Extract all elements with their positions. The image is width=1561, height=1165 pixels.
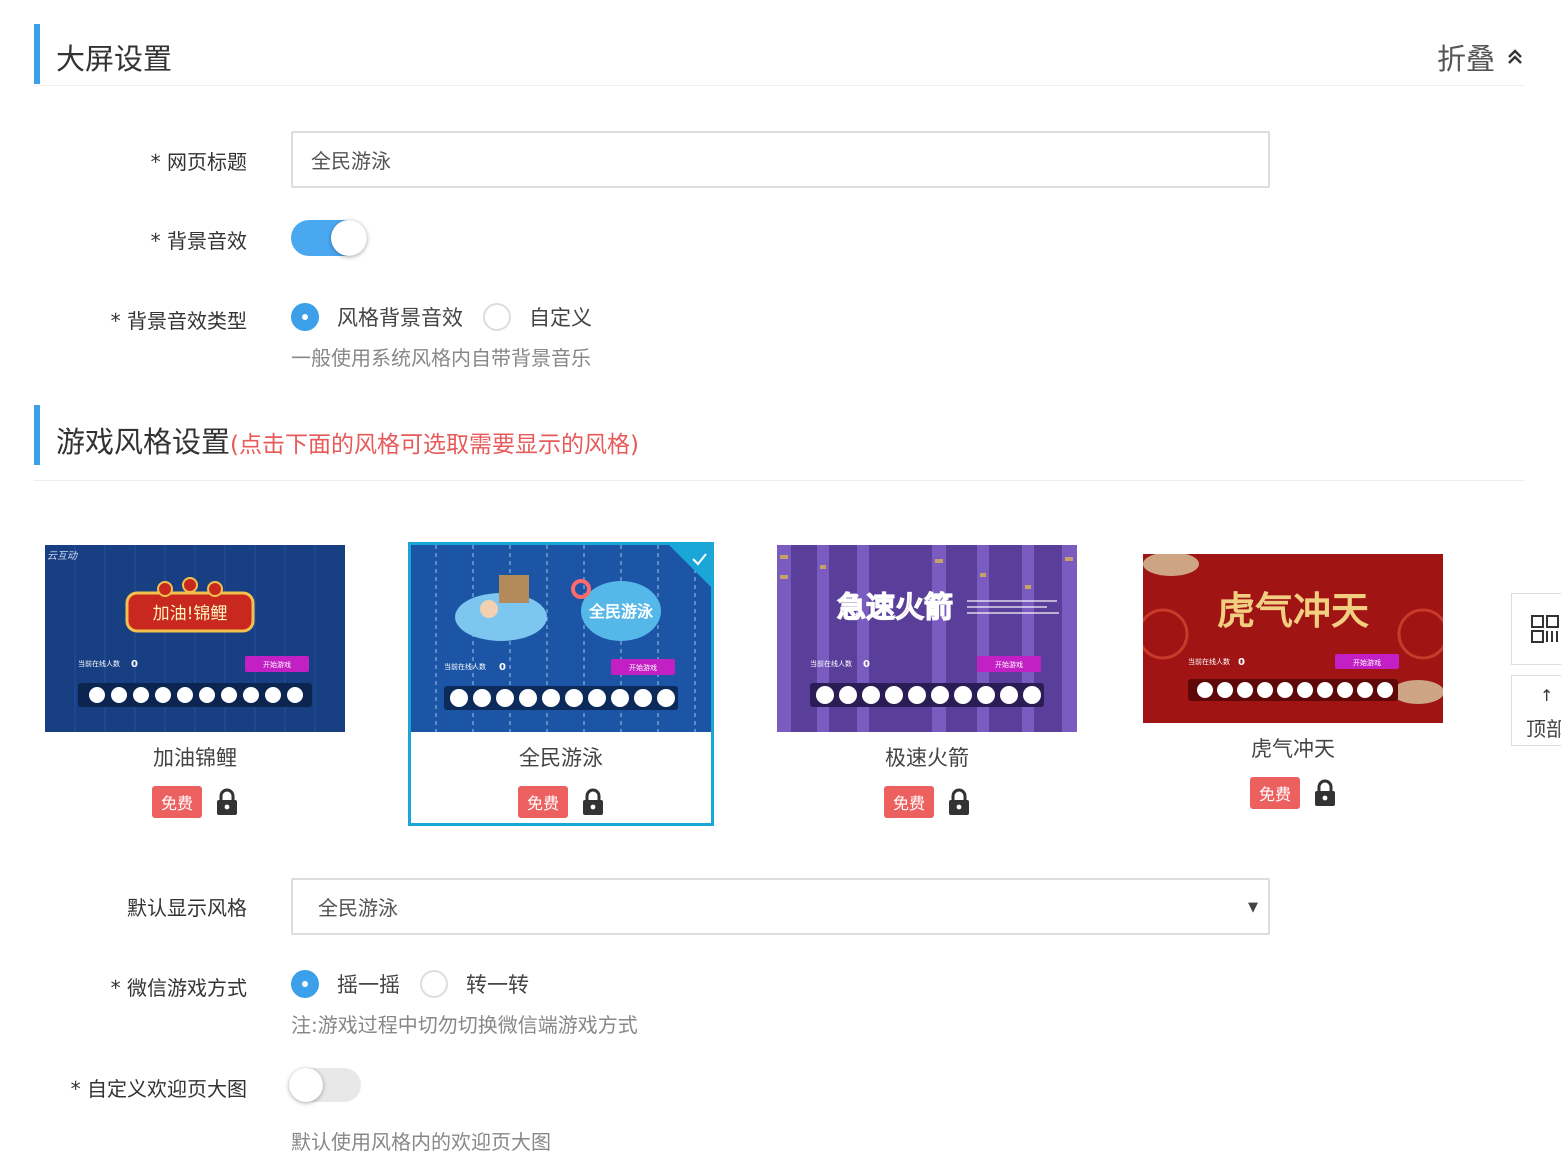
style-badges: 免费 (1140, 777, 1446, 809)
thumb-corner: 云互动 (47, 550, 78, 562)
thumb-logo: 全民游泳 (588, 602, 654, 621)
caret-down-icon: ▼ (1248, 900, 1258, 915)
game-style-title: 游戏风格设置 (56, 425, 231, 459)
custom-welcome-row: * 自定义欢迎页大图 默认使用风格内的欢迎页大图 (0, 1067, 1561, 1157)
style-name: 全民游泳 (519, 746, 603, 770)
radio-style-sound[interactable] (291, 303, 319, 331)
thumb-logo: 急速火箭 (837, 590, 953, 624)
wechat-mode-label: * 微信游戏方式 (110, 976, 247, 1000)
lock-icon (582, 788, 604, 816)
bg-sound-type-help: 一般使用系统风格内自带背景音乐 (291, 346, 591, 370)
game-style-header: 游戏风格设置(点击下面的风格可选取需要显示的风格) (34, 405, 1525, 481)
style-badges: 免费 (774, 786, 1080, 818)
page-title-row: * 网页标题 (0, 131, 1561, 188)
style-name: 虎气冲天 (1251, 737, 1335, 761)
style-thumbnail: 急速火箭 当前在线人数 0 开始游戏 (777, 545, 1077, 732)
thumb-start: 开始游戏 (629, 663, 657, 672)
lock-icon (948, 788, 970, 816)
radio-custom-sound-label[interactable]: 自定义 (529, 302, 592, 332)
radio-shake-label[interactable]: 摇一摇 (337, 969, 400, 999)
radio-style-sound-label[interactable]: 风格背景音效 (337, 302, 463, 332)
style-badges: 免费 (42, 786, 348, 818)
style-card-rocket[interactable]: 急速火箭 当前在线人数 0 开始游戏 极速火箭 免费 (774, 542, 1080, 826)
free-badge: 免费 (883, 786, 934, 818)
wechat-mode-row: * 微信游戏方式 摇一摇 转一转 注:游戏过程中切勿切换微信端游戏方式 (0, 969, 1561, 1039)
radio-shake[interactable] (291, 970, 319, 998)
default-style-row: 默认显示风格 全民游泳 ▼ (0, 878, 1561, 935)
style-card-swimming[interactable]: 全民游泳 当前在线人数 0 开始游戏 全民游泳 免费 (408, 542, 714, 826)
game-style-hint: (点击下面的风格可选取需要显示的风格) (230, 432, 639, 458)
style-thumbnail: 全民游泳 当前在线人数 0 开始游戏 (411, 545, 711, 732)
page-title-input[interactable] (291, 131, 1270, 188)
bg-sound-type-label: * 背景音效类型 (110, 309, 247, 333)
thumb-online-count: 0 (863, 659, 870, 670)
style-thumbnail-image: 虎气冲天 当前在线人数 0 开始游戏 (1143, 554, 1443, 723)
style-badges: 免费 (411, 786, 711, 818)
style-card-tiger[interactable]: 虎气冲天 当前在线人数 0 开始游戏 虎气冲天 免费 (1140, 551, 1446, 835)
style-thumbnail-image: 急速火箭 当前在线人数 0 开始游戏 (777, 545, 1077, 732)
custom-welcome-label: * 自定义欢迎页大图 (70, 1077, 247, 1101)
thumb-start: 开始游戏 (263, 660, 291, 669)
thumb-start: 开始游戏 (1353, 658, 1381, 667)
double-chevron-up-icon (1508, 49, 1522, 64)
thumb-online-label: 当前在线人数 (78, 659, 120, 668)
default-style-select[interactable]: 全民游泳 ▼ (291, 878, 1270, 935)
qrcode-button[interactable] (1511, 593, 1561, 665)
free-badge: 免费 (151, 786, 202, 818)
default-style-label: 默认显示风格 (127, 896, 247, 920)
collapse-button[interactable]: 折叠 (1437, 36, 1525, 78)
collapse-label: 折叠 (1436, 42, 1495, 76)
thumb-logo: 加油!锦鲤 (153, 604, 228, 624)
thumb-online-count: 0 (131, 659, 138, 670)
back-to-top-label: 顶部 (1526, 717, 1561, 741)
lock-icon (216, 788, 238, 816)
style-name: 极速火箭 (885, 746, 969, 770)
thumb-online-label: 当前在线人数 (1188, 657, 1230, 666)
free-badge: 免费 (1249, 777, 1300, 809)
style-thumbnail-image: 全民游泳 当前在线人数 0 开始游戏 (411, 545, 711, 732)
custom-welcome-help: 默认使用风格内的欢迎页大图 (291, 1130, 551, 1154)
arrow-up-icon: ↑ (1540, 686, 1554, 705)
section-accent-bar (34, 405, 40, 465)
style-card-jinli[interactable]: 加油!锦鲤 云互动 当前在线人数 0 开始游戏 加油锦鲤 免费 (42, 542, 348, 826)
custom-welcome-toggle[interactable] (289, 1068, 361, 1102)
style-thumbnail: 加油!锦鲤 云互动 当前在线人数 0 开始游戏 (45, 545, 345, 732)
thumb-online-label: 当前在线人数 (810, 659, 852, 668)
toggle-knob (331, 220, 367, 256)
style-name: 加油锦鲤 (153, 746, 237, 770)
default-style-value: 全民游泳 (318, 896, 398, 920)
toggle-knob (289, 1068, 323, 1102)
bg-sound-type-row: * 背景音效类型 风格背景音效 自定义 一般使用系统风格内自带背景音乐 (0, 302, 1561, 372)
section-title: 游戏风格设置(点击下面的风格可选取需要显示的风格) (56, 419, 639, 461)
radio-custom-sound[interactable] (483, 303, 511, 331)
wechat-mode-help: 注:游戏过程中切勿切换微信端游戏方式 (291, 1013, 638, 1037)
section-accent-bar (34, 24, 40, 84)
lock-icon (1314, 779, 1336, 807)
thumb-online-label: 当前在线人数 (444, 662, 486, 671)
radio-rotate[interactable] (420, 970, 448, 998)
bg-sound-toggle[interactable] (291, 220, 367, 256)
page-title-label: * 网页标题 (150, 150, 247, 174)
thumb-online-count: 0 (499, 662, 506, 673)
style-thumbnail: 虎气冲天 当前在线人数 0 开始游戏 (1143, 554, 1443, 723)
qrcode-icon (1531, 615, 1559, 643)
free-badge: 免费 (517, 786, 568, 818)
thumb-start: 开始游戏 (995, 660, 1023, 669)
section-title: 大屏设置 (56, 42, 173, 76)
wechat-mode-radios: 摇一摇 转一转 (291, 969, 549, 999)
bg-sound-type-radios: 风格背景音效 自定义 (291, 302, 612, 332)
radio-rotate-label[interactable]: 转一转 (466, 969, 529, 999)
style-thumbnail-image: 加油!锦鲤 云互动 当前在线人数 0 开始游戏 (45, 545, 345, 732)
bg-sound-label: * 背景音效 (150, 229, 247, 253)
screen-settings-header: 大屏设置 折叠 (34, 24, 1525, 86)
thumb-online-count: 0 (1238, 657, 1245, 668)
thumb-logo: 虎气冲天 (1217, 588, 1369, 633)
bg-sound-row: * 背景音效 (0, 220, 1561, 256)
back-to-top-button[interactable]: ↑ 顶部 (1511, 675, 1561, 746)
